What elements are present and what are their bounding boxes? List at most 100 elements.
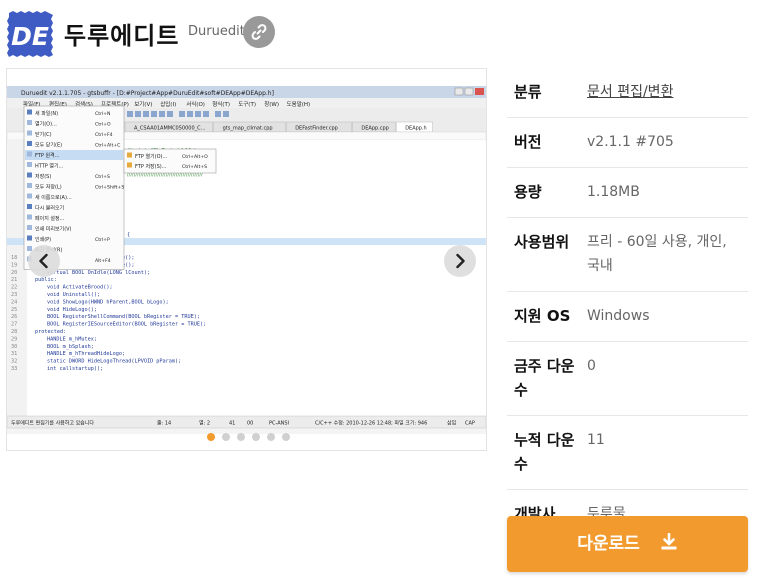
download-label: 다운로드 <box>577 534 640 554</box>
screenshot-status-item: 00 <box>247 421 253 427</box>
screenshot-line-number: 24 <box>11 299 17 305</box>
screenshot-line-number: 22 <box>11 285 17 291</box>
screenshot-status-item: PC-ANSI <box>269 421 289 427</box>
screenshot-line-number: 32 <box>11 359 17 365</box>
info-label: 금주 다운수 <box>514 357 575 399</box>
screenshot-code-line: HANDLE m_hMutex; <box>47 336 97 342</box>
info-row: 금주 다운수 0 <box>507 342 748 416</box>
screenshot-line-number: 30 <box>11 344 17 350</box>
link-icon <box>251 24 267 40</box>
screenshot-line-number: 29 <box>11 336 17 342</box>
chevron-left-icon <box>39 253 48 269</box>
screenshot-menu-shortcut: Ctrl+Alt+O <box>182 154 208 160</box>
category-link[interactable]: 문서 편집/변환 <box>587 84 673 100</box>
gallery-dot[interactable] <box>207 433 215 441</box>
info-panel: 분류 문서 편집/변환 버전 v2.1.1 #705 용량 1.18MB 사용범위 프리 - … <box>507 68 748 539</box>
info-label: 버전 <box>514 133 542 151</box>
screenshot-line-number: 26 <box>11 314 17 320</box>
screenshot-file-menu-item: 저장(S) <box>35 173 51 180</box>
info-label: 용량 <box>514 183 542 201</box>
gallery-dot[interactable] <box>267 433 275 441</box>
gallery-prev-button[interactable] <box>28 245 60 277</box>
app-title: 두루에디트 <box>64 22 180 50</box>
screenshot-ftp-item: FTP 열기(O)... <box>135 153 168 160</box>
info-row: 사용범위 프리 - 60일 사용, 개인, 국내 <box>507 218 748 292</box>
screenshot-menu-item: 삽입(I) <box>160 100 176 108</box>
gallery-dot[interactable] <box>282 433 290 441</box>
screenshot-status-item: 41 <box>229 421 235 427</box>
screenshot-code-line: void HideLogo(); <box>47 307 97 313</box>
screenshot-tab: DEFastFinder.cpp <box>295 126 338 132</box>
screenshot-menu-shortcut: Alt+F4 <box>95 258 111 264</box>
screenshot-menu-item: 도구(T) <box>238 101 256 108</box>
screenshot-file-menu-item: 닫기(C) <box>35 131 52 138</box>
app-logo: DE <box>6 10 54 58</box>
screenshot-menu-shortcut: Ctrl+Alt+S <box>182 164 207 170</box>
screenshot-line-number: 20 <box>11 270 17 276</box>
screenshot-gallery[interactable]: Duruedit v2.1.1.705 - gtsbuffr - [D:#Pro… <box>6 68 487 451</box>
screenshot-menu-shortcut: Ctrl+P <box>95 237 110 243</box>
screenshot-status-item: 두루에디트 편집기를 사용하고 있습니다 <box>11 420 94 427</box>
app-screenshot: Duruedit v2.1.1.705 - gtsbuffr - [D:#Pro… <box>7 86 486 434</box>
app-subtitle: Duruedit <box>188 24 245 39</box>
screenshot-line-number: 25 <box>11 307 17 313</box>
gallery-next-button[interactable] <box>444 245 476 277</box>
gallery-dot[interactable] <box>237 433 245 441</box>
screenshot-code-line: protected: <box>35 329 66 335</box>
screenshot-menu-shortcut: Ctrl+N <box>95 111 110 117</box>
info-label: 분류 <box>514 83 542 101</box>
screenshot-code-line: void ShowLogo(HWND hParent,BOOL bLogo); <box>47 299 169 305</box>
info-row: 누적 다운수 11 <box>507 416 748 490</box>
screenshot-file-menu-item: 새 이름으로(A)... <box>35 194 72 201</box>
info-value: 문서 편집/변환 <box>587 80 748 104</box>
screenshot-line-number: 23 <box>11 292 17 298</box>
screenshot-file-menu-item: 모두 저장(L) <box>35 184 62 191</box>
info-value: 0 <box>587 358 596 374</box>
screenshot-window-title: Duruedit v2.1.1.705 - gtsbuffr - [D:#Pro… <box>21 90 274 97</box>
screenshot-tab: DEApp.cpp <box>361 126 388 132</box>
screenshot-file-menu-item: 새 파일(N) <box>35 110 58 117</box>
info-label: 누적 다운수 <box>514 431 575 473</box>
screenshot-line-number: 27 <box>11 322 17 328</box>
screenshot-code-line: HANDLE m_hThreadHideLogo; <box>47 351 125 357</box>
info-label: 사용범위 <box>514 233 570 251</box>
info-value: 1.18MB <box>587 184 640 200</box>
copy-link-button[interactable] <box>243 16 275 48</box>
screenshot-code-line: virtual BOOL OnIdle(LONG lCount); <box>47 270 150 276</box>
screenshot-menu-shortcut: Ctrl+Alt+C <box>95 143 120 149</box>
screenshot-menu-item: 도움말(H) <box>287 100 311 108</box>
screenshot-file-menu-item: 페이지 설정... <box>35 215 65 222</box>
screenshot-file-menu-item: 인쇄 미리보기(V) <box>35 226 72 233</box>
screenshot-menu-shortcut: Ctrl+S <box>95 174 110 180</box>
screenshot-ftp-item: FTP 저장(S)... <box>135 163 167 170</box>
screenshot-code-line: BOOL m_bSplash; <box>47 344 94 350</box>
screenshot-menu-item: 창(W) <box>264 100 279 108</box>
gallery-dot[interactable] <box>252 433 260 441</box>
screenshot-line-number: 28 <box>11 329 17 335</box>
screenshot-tab: gts_map_climat.cpp <box>223 126 273 132</box>
screenshot-menu-item: 보기(V) <box>134 100 152 108</box>
screenshot-file-menu-item: 모두 닫기(E) <box>35 142 62 149</box>
screenshot-tab: DEApp.h <box>405 126 427 132</box>
screenshot-code-line: BOOL RegisterIESourceEditor(BOOL bRegist… <box>47 322 206 328</box>
logo-text: DE <box>11 22 49 51</box>
info-row: 분류 문서 편집/변환 <box>507 68 748 118</box>
screenshot-status-item: CAP <box>465 421 475 427</box>
screenshot-line-number: 18 <box>11 255 17 261</box>
screenshot-file-menu-item: FTP 원격... <box>35 152 60 159</box>
info-value: Windows <box>587 308 650 324</box>
screenshot-file-menu-item: HTTP 열기... <box>35 163 64 170</box>
screenshot-menu-item: 서식(O) <box>186 100 205 108</box>
download-button[interactable]: 다운로드 <box>507 516 748 572</box>
screenshot-line-number: 31 <box>11 351 17 357</box>
screenshot-tab: A_CSAA01AMMC050000_C... <box>134 126 206 132</box>
info-row: 지원 OS Windows <box>507 292 748 342</box>
screenshot-tabs: A_CSAA01AMMC050000_C... gts_map_climat.cp… <box>124 121 433 133</box>
info-value: 프리 - 60일 사용, 개인, 국내 <box>587 234 727 274</box>
screenshot-code-line: int callstartup(); <box>47 366 103 372</box>
screenshot-file-menu-item: 다시 불러오기 <box>35 205 64 212</box>
screenshot-status-item: 열: 2 <box>199 420 210 427</box>
gallery-dot[interactable] <box>222 433 230 441</box>
screenshot-file-menu-item: 열기(O)... <box>35 121 57 128</box>
screenshot-menu-item: 형식(T) <box>212 100 230 108</box>
